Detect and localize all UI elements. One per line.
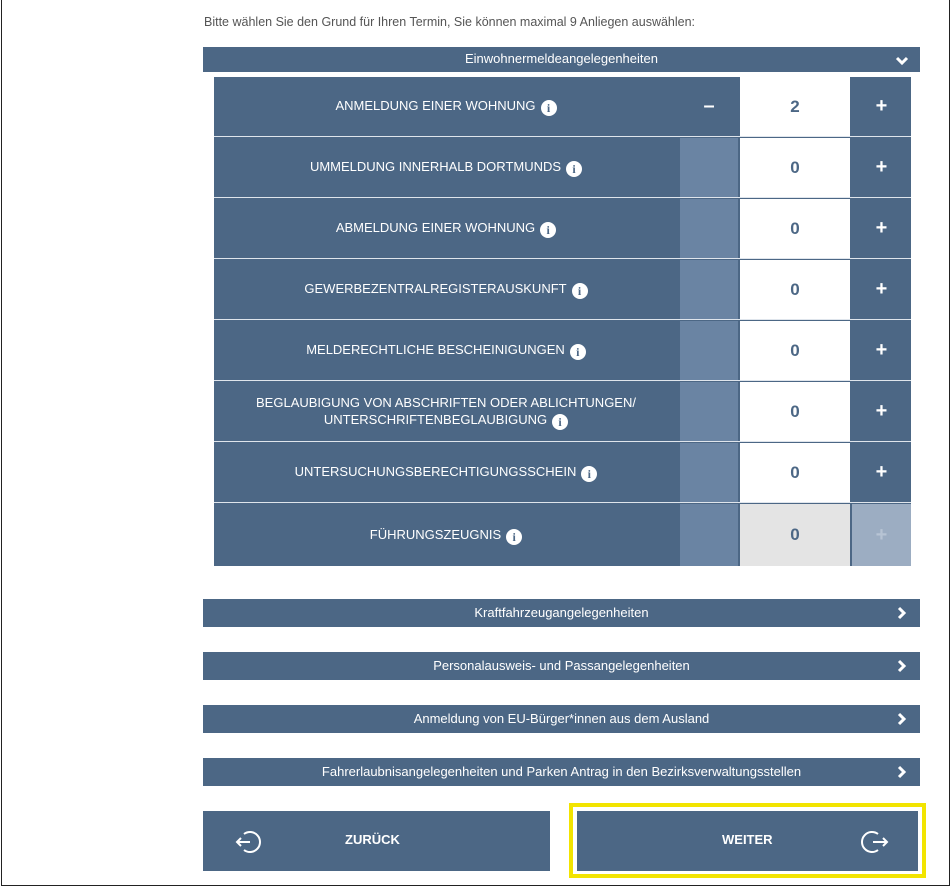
count-value: 0 [740,260,850,319]
info-icon[interactable]: i [506,528,523,545]
section-header-fahrerlaubnis[interactable]: Fahrerlaubnisangelegenheiten und Parken … [203,758,920,786]
service-label: ANMELDUNG EINER WOHNUNG i [214,77,678,136]
increment-button[interactable]: + [852,321,911,380]
decrement-button [680,443,738,502]
increment-button[interactable]: + [852,77,911,136]
increment-button[interactable]: + [852,382,911,441]
decrement-button [680,260,738,319]
info-icon[interactable]: i [581,466,598,482]
chevron-right-icon [897,712,907,726]
section-title: Personalausweis- und Passangelegenheiten [433,658,690,673]
count-value: 0 [740,321,850,380]
section-title: Fahrerlaubnisangelegenheiten und Parken … [321,764,802,779]
info-icon[interactable]: i [571,283,588,299]
service-label: ABMELDUNG EINER WOHNUNG i [214,199,678,258]
increment-button[interactable]: + [852,199,911,258]
count-value: 2 [740,77,850,136]
service-label: GEWERBEZENTRALREGISTERAUSKUNFT i [214,260,678,319]
service-row: FÜHRUNGSZEUGNIS i 0 + [214,504,911,566]
service-row: UNTERSUCHUNGSBERECHTIGUNGSSCHEIN i 0 + [214,443,911,503]
count-value: 0 [740,199,850,258]
service-label: BEGLAUBIGUNG VON ABSCHRIFTEN ODER ABLICH… [256,394,636,430]
back-icon [235,831,261,853]
decrement-button [680,504,738,566]
next-button-highlight [569,803,926,878]
service-row: MELDERECHTLICHE BESCHEINIGUNGEN i 0 + [214,321,911,381]
intro-text: Bitte wählen Sie den Grund für Ihren Ter… [204,15,696,29]
chevron-right-icon [897,765,907,779]
service-label: MELDERECHTLICHE BESCHEINIGUNGEN i [214,321,678,380]
count-value: 0 [740,443,850,502]
service-label: UMMELDUNG INNERHALB DORTMUNDS i [214,138,678,197]
decrement-button [680,382,738,441]
increment-button: + [852,504,911,566]
section-title: Kraftfahrzeugangelegenheiten [474,605,649,620]
service-label: FÜHRUNGSZEUGNIS i [214,504,678,566]
decrement-button[interactable]: – [680,77,738,136]
info-icon[interactable]: i [540,222,557,238]
service-row: GEWERBEZENTRALREGISTERAUSKUNFT i 0 + [214,260,911,320]
back-label: ZURÜCK [345,832,400,847]
service-table: ANMELDUNG EINER WOHNUNG i – 2 + UMMELDUNG… [214,77,911,566]
section-title: Anmeldung von EU-Bürger*innen aus dem Au… [413,711,710,726]
increment-button[interactable]: + [852,443,911,502]
decrement-button [680,321,738,380]
section-header-personalausweis[interactable]: Personalausweis- und Passangelegenheiten [203,652,920,680]
chevron-down-icon [895,56,909,66]
service-label: UNTERSUCHUNGSBERECHTIGUNGSSCHEIN i [214,443,678,502]
chevron-right-icon [897,606,907,620]
increment-button[interactable]: + [852,138,911,197]
section-header-eu-buerger[interactable]: Anmeldung von EU-Bürger*innen aus dem Au… [203,705,920,733]
section-header-einwohnermelde[interactable]: Einwohnermeldeangelegenheiten [203,47,920,72]
service-row: ABMELDUNG EINER WOHNUNG i 0 + [214,199,911,259]
info-icon[interactable]: i [540,100,557,116]
appointment-form: Bitte wählen Sie den Grund für Ihren Ter… [1,0,950,886]
back-button[interactable]: ZURÜCK [203,811,550,871]
service-row: ANMELDUNG EINER WOHNUNG i – 2 + [214,77,911,137]
info-icon[interactable]: i [566,161,583,177]
count-value: 0 [740,382,850,441]
service-row: UMMELDUNG INNERHALB DORTMUNDS i 0 + [214,138,911,198]
info-icon[interactable]: i [569,344,586,360]
increment-button[interactable]: + [852,260,911,319]
chevron-right-icon [897,659,907,673]
section-title: Einwohnermeldeangelegenheiten [465,51,658,66]
decrement-button [680,199,738,258]
section-header-kraftfahrzeug[interactable]: Kraftfahrzeugangelegenheiten [203,599,920,627]
decrement-button [680,138,738,197]
service-row: BEGLAUBIGUNG VON ABSCHRIFTEN ODER ABLICH… [214,382,911,442]
count-value: 0 [740,138,850,197]
count-value: 0 [740,504,850,566]
info-icon[interactable]: i [552,413,569,430]
